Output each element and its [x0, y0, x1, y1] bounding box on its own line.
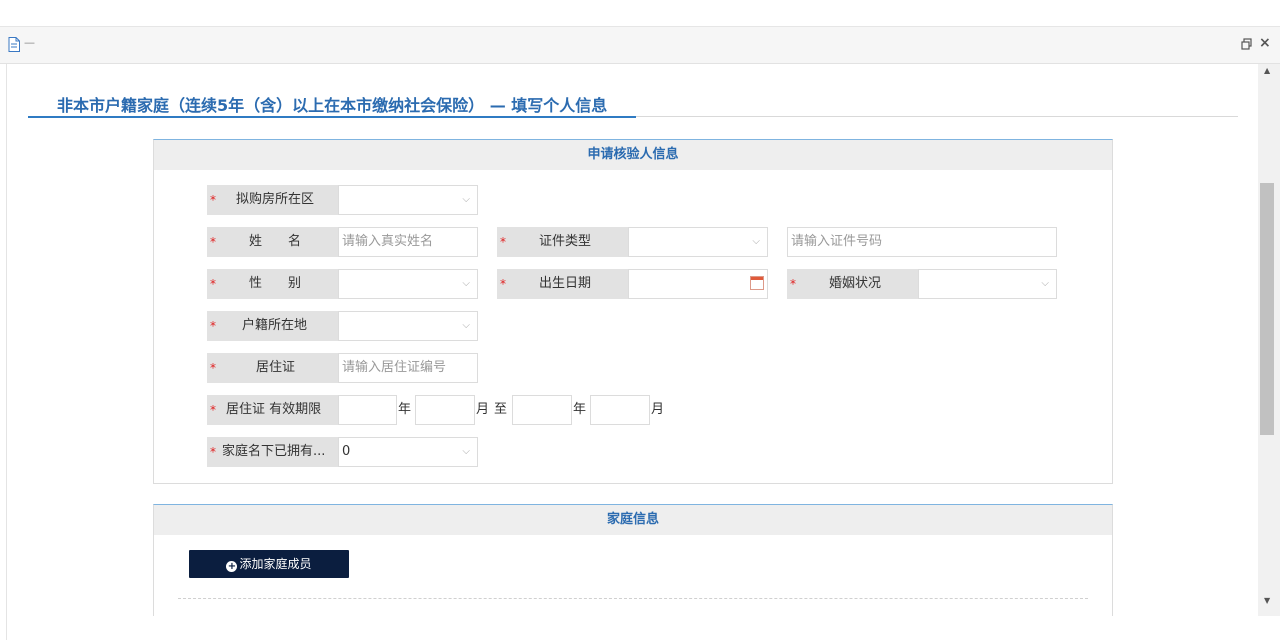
required-mark: *	[500, 235, 506, 249]
gender-select[interactable]: ⌵	[338, 269, 478, 299]
chevron-down-icon: ⌵	[1041, 278, 1049, 289]
owned-homes-select[interactable]: 0 ⌵	[338, 437, 478, 467]
add-family-member-label: 添加家庭成员	[239, 557, 312, 571]
name-input[interactable]: 请输入真实姓名	[338, 227, 478, 257]
dashed-divider	[178, 598, 1088, 599]
month-unit: 月	[476, 402, 490, 417]
residence-permit-label: * 居住证	[207, 353, 338, 383]
marital-status-select[interactable]: ⌵	[918, 269, 1057, 299]
household-registration-select[interactable]: ⌵	[338, 311, 478, 341]
district-select[interactable]: ⌵	[338, 185, 478, 215]
to-text: 至	[494, 402, 508, 417]
document-icon	[8, 37, 20, 52]
residence-permit-field: * 居住证 请输入居住证编号	[207, 353, 478, 383]
window-title: —	[24, 36, 35, 49]
gender-field: * 性 别 ⌵	[207, 269, 478, 299]
close-icon[interactable]: ×	[1259, 35, 1273, 51]
residence-permit-input[interactable]: 请输入居住证编号	[338, 353, 478, 383]
restore-icon[interactable]	[1241, 37, 1253, 51]
id-type-label: * 证件类型	[497, 227, 628, 257]
permit-start-month-input[interactable]	[415, 395, 475, 425]
chevron-down-icon: ⌵	[462, 194, 470, 205]
scroll-up-icon[interactable]: ▲	[1264, 66, 1270, 75]
district-field: * 拟购房所在区 ⌵	[207, 185, 478, 215]
add-family-member-button[interactable]: + 添加家庭成员	[189, 550, 349, 578]
plus-circle-icon: +	[226, 561, 238, 572]
household-registration-field: * 户籍所在地 ⌵	[207, 311, 478, 341]
owned-homes-label: * 家庭名下已拥有...	[207, 437, 338, 467]
required-mark: *	[790, 277, 796, 291]
birth-date-input[interactable]	[628, 269, 768, 299]
household-registration-label: * 户籍所在地	[207, 311, 338, 341]
permit-end-month-input[interactable]	[590, 395, 650, 425]
required-mark: *	[500, 277, 506, 291]
month-unit: 月	[651, 402, 665, 417]
name-field: * 姓 名 请输入真实姓名	[207, 227, 478, 257]
id-type-field: * 证件类型 ⌵	[497, 227, 768, 257]
name-label: * 姓 名	[207, 227, 338, 257]
owned-homes-field: * 家庭名下已拥有... 0 ⌵	[207, 437, 478, 467]
required-mark: *	[210, 235, 216, 249]
required-mark: *	[210, 361, 216, 375]
top-strip	[0, 0, 1280, 26]
year-unit: 年	[398, 402, 412, 417]
district-label: * 拟购房所在区	[207, 185, 338, 215]
id-type-select[interactable]: ⌵	[628, 227, 768, 257]
year-unit: 年	[573, 402, 587, 417]
permit-validity-field: * 居住证 有效期限 年 月 至 年 月	[207, 395, 667, 425]
birth-date-field: * 出生日期	[497, 269, 768, 299]
window-titlebar: — ×	[0, 26, 1280, 64]
gender-label: * 性 别	[207, 269, 338, 299]
chevron-down-icon: ⌵	[462, 278, 470, 289]
id-number-field: 请输入证件号码	[787, 227, 1057, 257]
id-number-input[interactable]: 请输入证件号码	[787, 227, 1057, 257]
required-mark: *	[210, 319, 216, 333]
permit-end-year-input[interactable]	[512, 395, 572, 425]
calendar-icon[interactable]	[750, 276, 764, 290]
required-mark: *	[210, 277, 216, 291]
permit-start-year-input[interactable]	[338, 395, 397, 425]
chevron-down-icon: ⌵	[752, 236, 760, 247]
page-title: 非本市户籍家庭（连续5年（含）以上在本市缴纳社会保险） — 填写个人信息	[57, 96, 608, 115]
title-underline	[28, 116, 636, 118]
applicant-section-header: 申请核验人信息	[154, 140, 1112, 170]
marital-status-field: * 婚姻状况 ⌵	[787, 269, 1057, 299]
chevron-down-icon: ⌵	[462, 446, 470, 457]
required-mark: *	[210, 445, 216, 459]
birth-date-label: * 出生日期	[497, 269, 628, 299]
required-mark: *	[210, 403, 216, 417]
chevron-down-icon: ⌵	[462, 320, 470, 331]
permit-validity-label: * 居住证 有效期限	[207, 395, 338, 425]
marital-status-label: * 婚姻状况	[787, 269, 918, 299]
scroll-down-icon[interactable]: ▼	[1264, 596, 1270, 605]
title-divider	[636, 116, 1238, 117]
vertical-scrollbar[interactable]: ▲ ▼	[1258, 64, 1280, 616]
scrollbar-thumb[interactable]	[1260, 183, 1274, 435]
family-section-header: 家庭信息	[154, 505, 1112, 535]
required-mark: *	[210, 193, 216, 207]
